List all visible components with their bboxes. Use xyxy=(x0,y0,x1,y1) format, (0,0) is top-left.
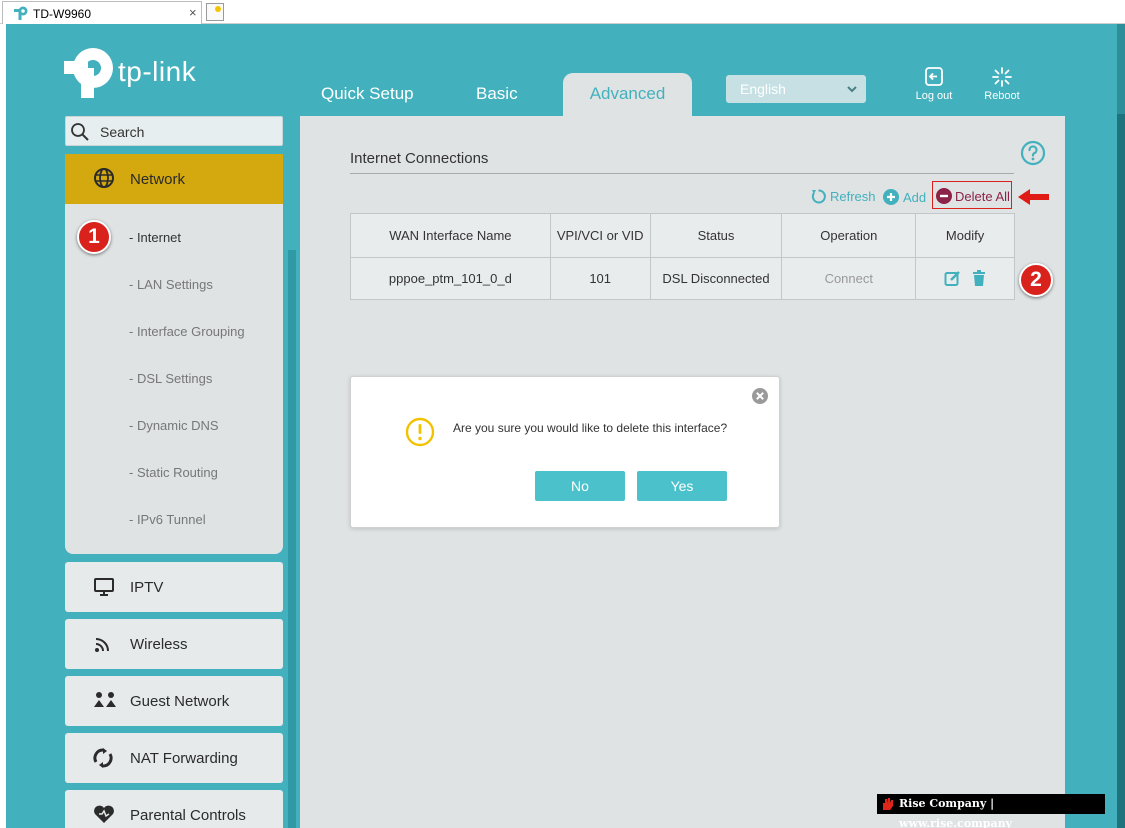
sidebar-item-iptv[interactable]: IPTV xyxy=(65,562,283,612)
table-row: pppoe_ptm_101_0_d 101 DSL Disconnected C… xyxy=(350,257,1015,300)
tab-quick-setup[interactable]: Quick Setup xyxy=(321,84,414,104)
guest-icon xyxy=(94,692,116,707)
watermark: Rise Company | www.rise.company xyxy=(877,794,1105,828)
edit-icon[interactable] xyxy=(944,270,961,287)
globe-icon xyxy=(94,168,114,188)
sidebar-subitem-static-routing[interactable]: - Static Routing xyxy=(129,465,218,480)
trash-icon[interactable] xyxy=(972,270,986,287)
cell-status: DSL Disconnected xyxy=(649,257,783,300)
section-divider xyxy=(350,173,1014,174)
no-button[interactable]: No xyxy=(535,471,625,501)
wifi-icon xyxy=(95,638,109,652)
reboot-button[interactable]: Reboot xyxy=(977,66,1027,102)
sidebar-subitem-lan-settings[interactable]: - LAN Settings xyxy=(129,277,213,292)
language-value: English xyxy=(740,81,786,97)
reboot-label: Reboot xyxy=(984,90,1020,102)
refresh-label: Refresh xyxy=(830,189,876,204)
sidebar-item-iptv-label: IPTV xyxy=(130,579,164,596)
confirm-delete-dialog: Are you sure you would like to delete th… xyxy=(350,376,780,528)
search-placeholder: Search xyxy=(100,124,145,140)
sidebar-scrollbar[interactable] xyxy=(288,250,296,828)
logout-icon xyxy=(925,67,943,86)
annotation-arrow-icon xyxy=(1018,189,1049,205)
connect-button[interactable]: Connect xyxy=(781,257,917,300)
close-tab-icon[interactable]: × xyxy=(189,5,197,20)
tab-advanced-label: Advanced xyxy=(589,84,666,103)
sidebar-subitem-dsl-settings[interactable]: - DSL Settings xyxy=(129,371,212,386)
col-wan-interface-name: WAN Interface Name xyxy=(350,213,551,258)
add-button[interactable]: Add xyxy=(883,189,926,205)
sidebar-item-parental-controls-label: Parental Controls xyxy=(130,807,246,824)
help-icon[interactable] xyxy=(1020,140,1046,166)
sidebar-item-nat-forwarding-label: NAT Forwarding xyxy=(130,750,238,767)
page-scrollbar[interactable] xyxy=(1117,24,1125,828)
logout-button[interactable]: Log out xyxy=(909,66,959,102)
delete-all-button[interactable]: Delete All xyxy=(932,181,1012,209)
cell-vid: 101 xyxy=(549,257,651,300)
sidebar-item-parental-controls[interactable]: Parental Controls xyxy=(65,790,283,828)
network-menu-panel: Network - Internet - LAN Settings - Inte… xyxy=(65,154,283,554)
sidebar-subitem-interface-grouping[interactable]: - Interface Grouping xyxy=(129,324,245,339)
monitor-icon xyxy=(94,578,114,596)
refresh-button[interactable]: Refresh xyxy=(811,189,876,204)
search-icon xyxy=(71,123,89,141)
sidebar-item-guest-network[interactable]: Guest Network xyxy=(65,676,283,726)
refresh-icon xyxy=(811,189,826,204)
hand-logo-icon xyxy=(883,798,893,810)
section-title: Internet Connections xyxy=(350,150,489,167)
browser-tab-title: TD-W9960 xyxy=(33,7,92,21)
tp-link-favicon-icon xyxy=(14,6,28,20)
annotation-badge-2: 2 xyxy=(1019,263,1053,297)
warning-icon xyxy=(405,417,435,447)
col-operation: Operation xyxy=(781,213,917,258)
sidebar-subitem-ipv6-tunnel[interactable]: - IPv6 Tunnel xyxy=(129,512,206,527)
col-modify: Modify xyxy=(915,213,1015,258)
dialog-message: Are you sure you would like to delete th… xyxy=(453,421,728,435)
table-header-row: WAN Interface Name VPI/VCI or VID Status… xyxy=(350,213,1015,258)
minus-circle-icon xyxy=(936,188,952,204)
nat-icon xyxy=(93,748,113,768)
add-icon xyxy=(883,189,899,205)
logout-label: Log out xyxy=(915,90,953,102)
sidebar-item-wireless-label: Wireless xyxy=(130,636,188,653)
sidebar-item-nat-forwarding[interactable]: NAT Forwarding xyxy=(65,733,283,783)
delete-all-label: Delete All xyxy=(955,189,1010,204)
window-left-edge xyxy=(0,24,6,828)
browser-tab-strip: TD-W9960 × xyxy=(0,0,1125,24)
col-status: Status xyxy=(649,213,783,258)
wan-interface-table: WAN Interface Name VPI/VCI or VID Status… xyxy=(350,213,1015,300)
sidebar-item-wireless[interactable]: Wireless xyxy=(65,619,283,669)
add-label: Add xyxy=(903,190,927,205)
close-icon[interactable] xyxy=(751,387,769,405)
cell-modify xyxy=(915,257,1015,300)
sidebar-subitem-dynamic-dns[interactable]: - Dynamic DNS xyxy=(129,418,219,433)
reboot-icon xyxy=(992,67,1012,87)
heart-icon xyxy=(94,805,114,823)
watermark-text: Rise Company | www.rise.company xyxy=(899,797,1013,828)
annotation-badge-1: 1 xyxy=(77,220,111,254)
tab-advanced[interactable]: Advanced xyxy=(563,73,692,118)
logo-text: tp-link xyxy=(118,56,197,87)
sidebar-item-network-label: Network xyxy=(130,171,186,188)
cell-interface-name: pppoe_ptm_101_0_d xyxy=(350,257,551,300)
browser-tab[interactable]: TD-W9960 × xyxy=(2,1,202,24)
sidebar-subitem-internet[interactable]: - Internet xyxy=(129,230,181,245)
search-input[interactable]: Search xyxy=(65,116,283,146)
col-vpi-vci: VPI/VCI or VID xyxy=(549,213,651,258)
yes-button[interactable]: Yes xyxy=(637,471,727,501)
chevron-down-icon xyxy=(847,86,857,93)
tab-basic[interactable]: Basic xyxy=(476,84,518,104)
language-select[interactable]: English xyxy=(726,75,866,103)
sidebar-item-guest-network-label: Guest Network xyxy=(130,693,230,710)
sidebar-item-network[interactable]: Network xyxy=(65,154,283,204)
new-tab-icon[interactable] xyxy=(206,3,224,21)
